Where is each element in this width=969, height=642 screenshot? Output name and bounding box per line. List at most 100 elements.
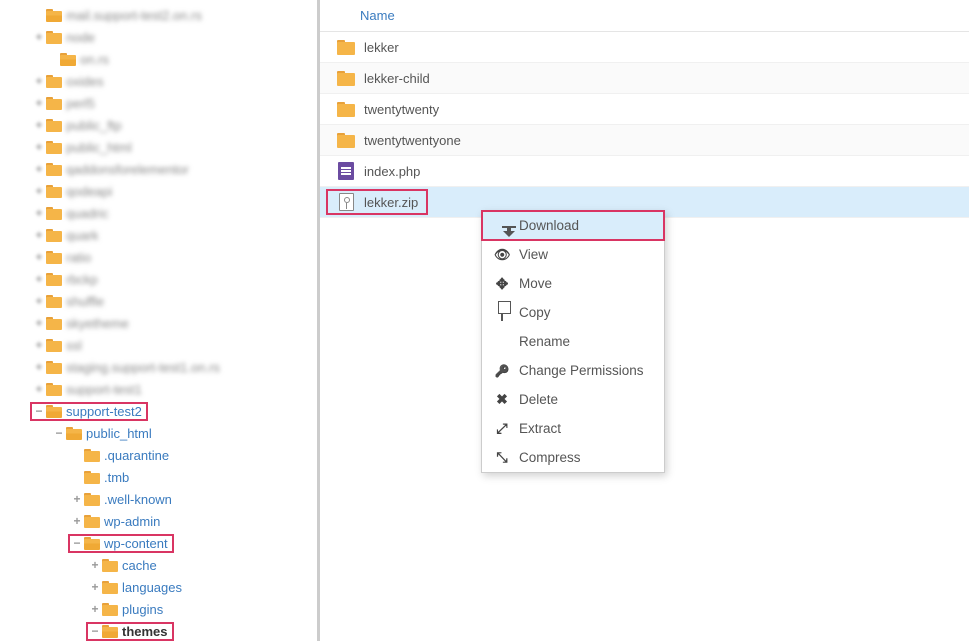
tree-item-quarantine[interactable]: .quarantine (0, 444, 317, 466)
menu-label: Compress (519, 450, 581, 465)
sidebar-resize-handle[interactable] (314, 0, 320, 641)
table-row[interactable]: twentytwentyone (320, 125, 969, 156)
folder-icon (102, 603, 118, 616)
tree-item-languages[interactable]: + languages (0, 576, 317, 598)
tree-item-plugins[interactable]: + plugins (0, 598, 317, 620)
tree-item[interactable]: +public_html (0, 136, 317, 158)
toggle-expand-icon[interactable]: + (90, 558, 100, 572)
menu-label: View (519, 247, 548, 262)
toggle-expand-icon[interactable]: + (72, 492, 82, 506)
folder-open-icon (46, 405, 62, 418)
table-row[interactable]: lekker-child (320, 63, 969, 94)
folder-tree: mail.support-test2.on.rs +node on.rs +ox… (0, 4, 317, 642)
tree-item[interactable]: +node (0, 26, 317, 48)
toggle-expand-icon[interactable]: + (90, 602, 100, 616)
tree-item[interactable]: +ssl (0, 334, 317, 356)
folder-icon (46, 75, 62, 88)
tree-item[interactable]: +qaddonsforelementor (0, 158, 317, 180)
tree-label: cache (122, 558, 157, 573)
menu-item-view[interactable]: View (482, 240, 664, 269)
column-header-name[interactable]: Name (360, 8, 395, 23)
menu-label: Move (519, 276, 552, 291)
folder-icon (84, 471, 100, 484)
tree-item[interactable]: on.rs (0, 48, 317, 70)
menu-item-rename[interactable]: Rename (482, 327, 664, 356)
menu-label: Copy (519, 305, 551, 320)
tree-item-wp-admin[interactable]: + wp-admin (0, 510, 317, 532)
folder-icon (337, 71, 355, 86)
tree-item[interactable]: mail.support-test2.on.rs (0, 4, 317, 26)
context-menu: Download View Move Copy Rename Change Pe… (481, 210, 665, 473)
tree-item[interactable]: +qodeapi (0, 180, 317, 202)
folder-icon (46, 9, 62, 22)
menu-item-download[interactable]: Download (482, 211, 664, 240)
menu-item-permissions[interactable]: Change Permissions (482, 356, 664, 385)
tree-item[interactable]: +oxides (0, 70, 317, 92)
file-name: twentytwentyone (364, 133, 461, 148)
folder-open-icon (84, 537, 100, 550)
file-name: twentytwenty (364, 102, 439, 117)
delete-icon (494, 391, 510, 408)
folder-icon (46, 317, 62, 330)
tree-item-support-test2[interactable]: − support-test2 (0, 400, 317, 422)
menu-label: Extract (519, 421, 561, 436)
tree-item[interactable]: +public_ftp (0, 114, 317, 136)
tree-item[interactable]: +perl5 (0, 92, 317, 114)
toggle-collapse-icon[interactable]: − (90, 624, 100, 638)
folder-icon (60, 53, 76, 66)
toggle-expand-icon[interactable]: + (90, 580, 100, 594)
menu-item-copy[interactable]: Copy (482, 298, 664, 327)
tree-item-cache[interactable]: + cache (0, 554, 317, 576)
eye-icon (494, 247, 510, 263)
tree-item[interactable]: +rbckp (0, 268, 317, 290)
table-header[interactable]: Name (320, 0, 969, 32)
zip-file-icon (339, 193, 354, 211)
move-icon (494, 275, 510, 293)
folder-icon (46, 97, 62, 110)
folder-icon (84, 515, 100, 528)
menu-item-extract[interactable]: Extract (482, 414, 664, 443)
tree-item-tmb[interactable]: .tmb (0, 466, 317, 488)
tree-item-themes[interactable]: − themes (0, 620, 317, 642)
folder-icon (46, 383, 62, 396)
folder-icon (46, 31, 62, 44)
tree-label: wp-content (104, 536, 168, 551)
toggle-expand-icon[interactable]: + (72, 514, 82, 528)
tree-label: .well-known (104, 492, 172, 507)
tree-item-public-html[interactable]: − public_html (0, 422, 317, 444)
tree-label: wp-admin (104, 514, 160, 529)
file-name: lekker (364, 40, 399, 55)
tree-item[interactable]: +ratio (0, 246, 317, 268)
folder-icon (46, 339, 62, 352)
toggle-collapse-icon[interactable]: − (34, 404, 44, 418)
tree-item[interactable]: +staging.support-test1.on.rs (0, 356, 317, 378)
menu-label: Delete (519, 392, 558, 407)
menu-item-delete[interactable]: Delete (482, 385, 664, 414)
table-row[interactable]: twentytwenty (320, 94, 969, 125)
folder-icon (46, 185, 62, 198)
folder-icon (337, 133, 355, 148)
copy-icon (494, 305, 510, 320)
folder-icon (46, 273, 62, 286)
table-row[interactable]: index.php (320, 156, 969, 187)
folder-icon (102, 581, 118, 594)
tree-label: public_html (86, 426, 152, 441)
file-name: lekker-child (364, 71, 430, 86)
toggle-collapse-icon[interactable]: − (72, 536, 82, 550)
tree-item[interactable]: +shuffle (0, 290, 317, 312)
file-name: lekker.zip (364, 195, 418, 210)
tree-label: support-test2 (66, 404, 142, 419)
tree-item[interactable]: +skyetheme (0, 312, 317, 334)
tree-item-well-known[interactable]: + .well-known (0, 488, 317, 510)
tree-item[interactable]: +quark (0, 224, 317, 246)
toggle-collapse-icon[interactable]: − (54, 426, 64, 440)
tree-item-wp-content[interactable]: − wp-content (0, 532, 317, 554)
folder-icon (46, 361, 62, 374)
tree-item[interactable]: +support-test1 (0, 378, 317, 400)
folder-tree-sidebar: mail.support-test2.on.rs +node on.rs +ox… (0, 0, 320, 641)
tree-item[interactable]: +quadric (0, 202, 317, 224)
table-row[interactable]: lekker (320, 32, 969, 63)
menu-item-move[interactable]: Move (482, 269, 664, 298)
menu-item-compress[interactable]: Compress (482, 443, 664, 472)
file-name: index.php (364, 164, 420, 179)
